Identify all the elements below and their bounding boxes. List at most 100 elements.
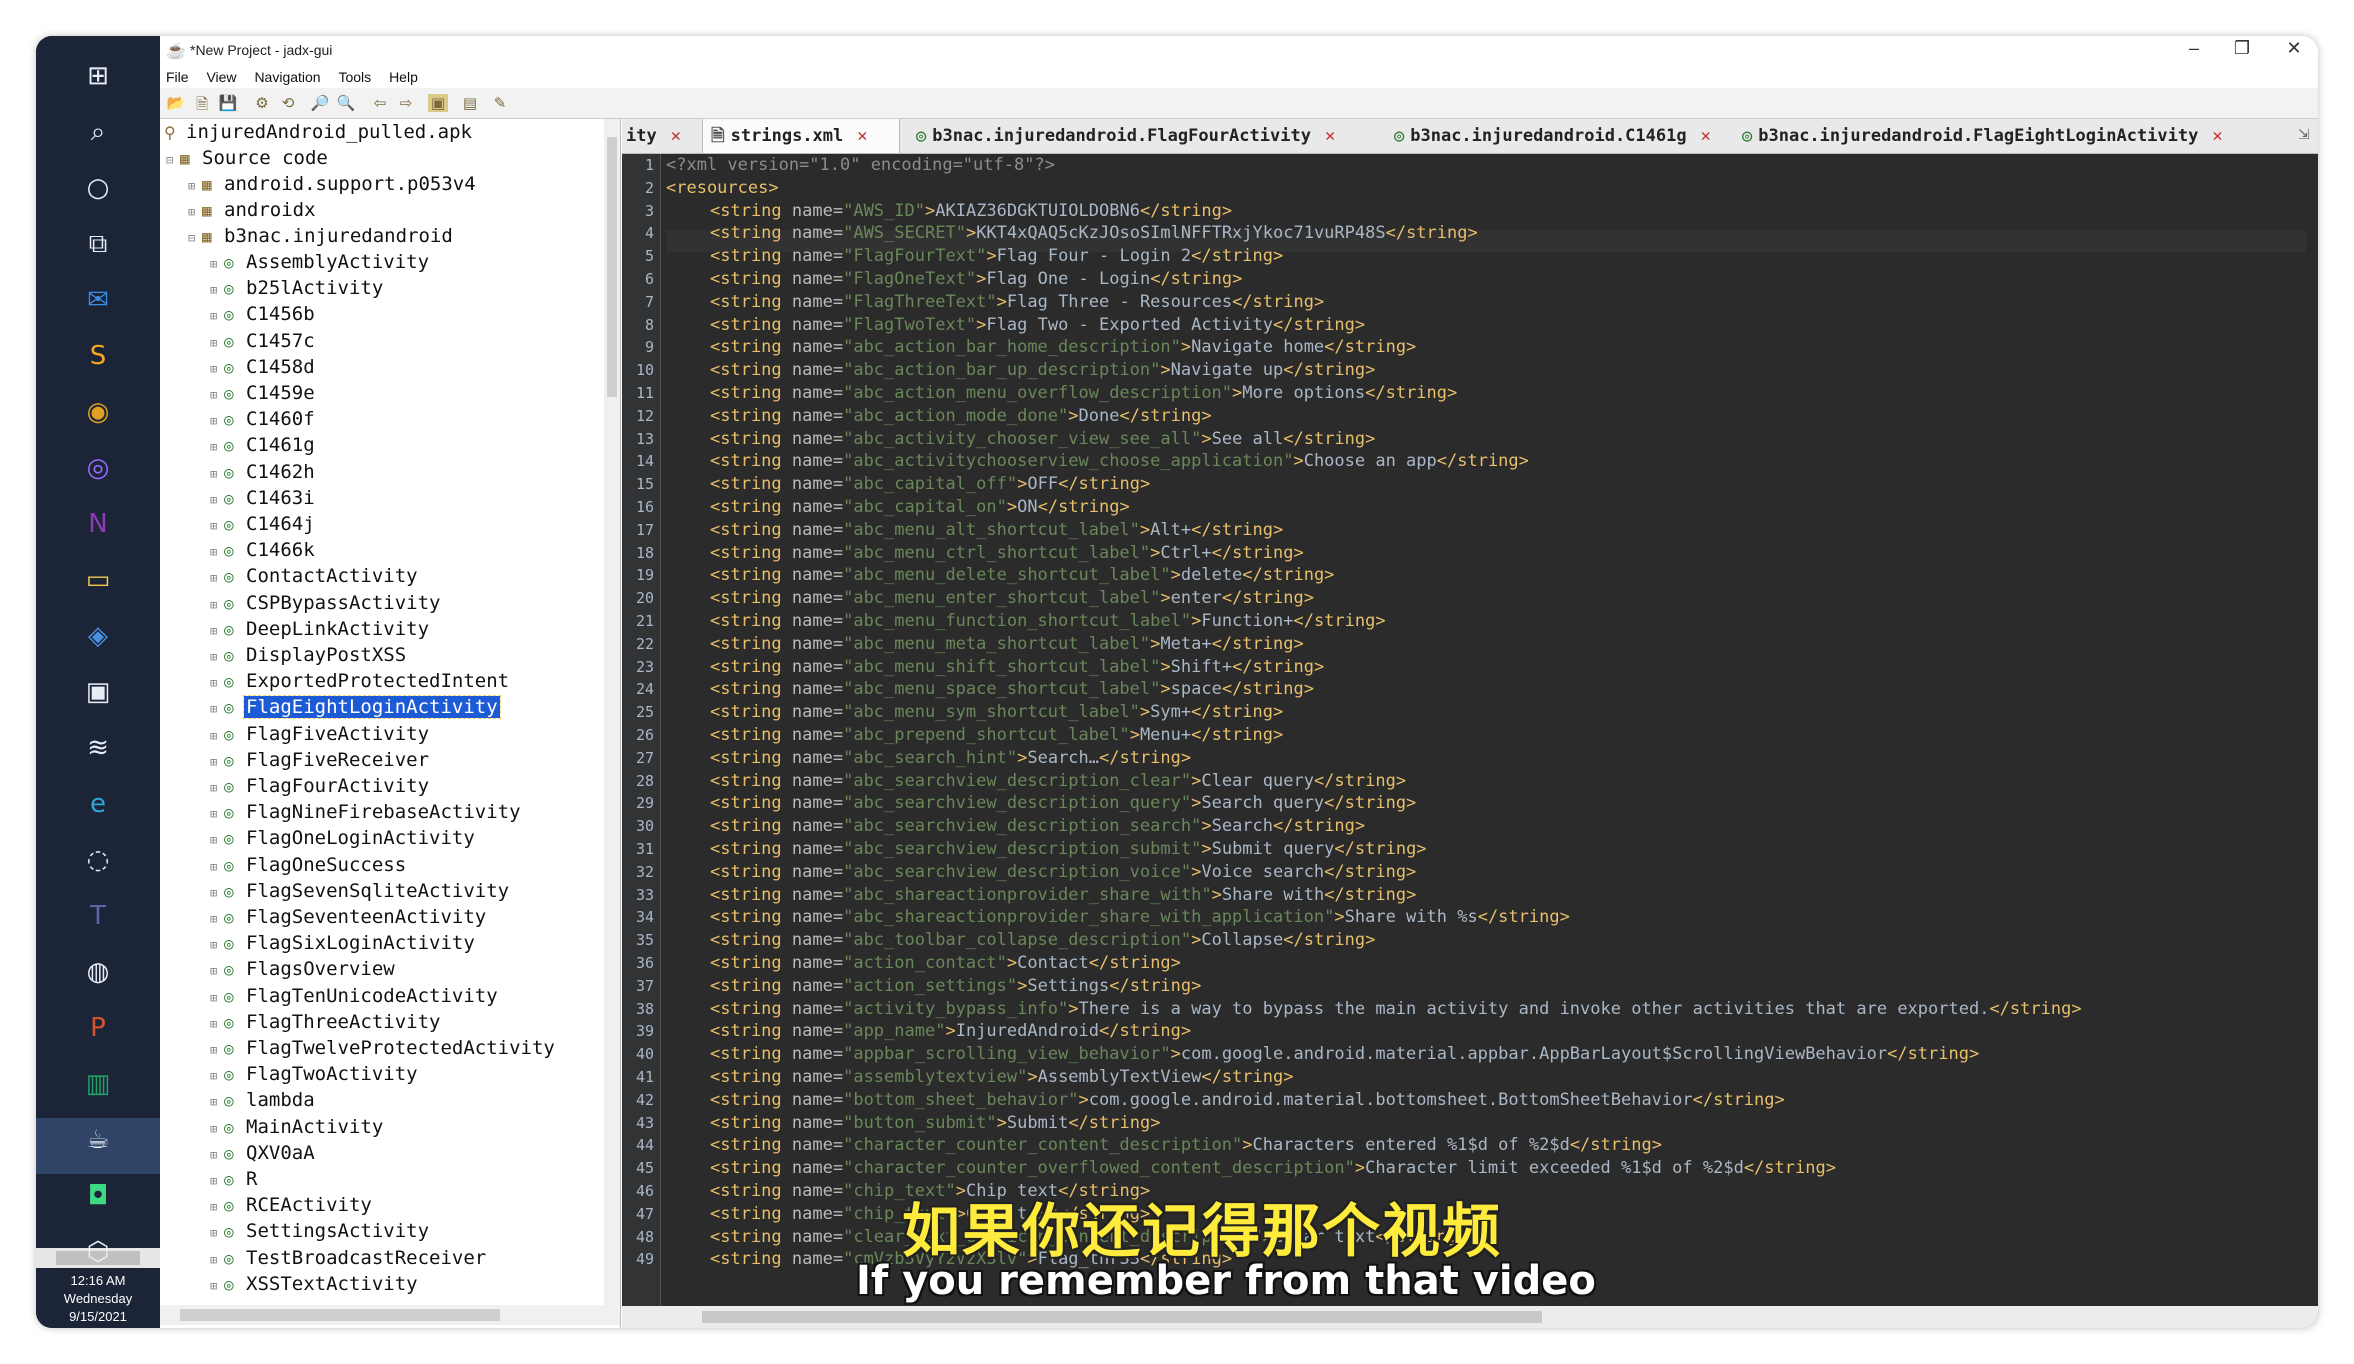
menu-file[interactable]: File [166,66,189,85]
forward-icon[interactable]: ⇨ [396,94,416,112]
expand-icon[interactable]: ⊞ [210,775,224,801]
close-tab-icon[interactable]: ✕ [1701,126,1711,146]
expand-icon[interactable]: ⊞ [210,985,224,1011]
expand-icon[interactable]: ⊞ [188,199,202,225]
expand-icon[interactable]: ⊞ [210,1194,224,1220]
close-tab-icon[interactable]: ✕ [1325,126,1335,146]
tree-class-node[interactable]: ⊞ ◎ DeepLinkActivity [210,616,431,642]
tab-previous[interactable]: ity ✕ [622,119,686,153]
tree-class-node[interactable]: ⊞ ◎ C1463i [210,485,317,511]
tree-class-node[interactable]: ⊞ ◎ TestBroadcastReceiver [210,1245,488,1271]
tree-package[interactable]: ⊞ ▦ android.support.p053v4 [188,171,478,197]
editor-horizontal-scrollbar[interactable] [622,1306,2318,1328]
tree-class-node[interactable]: ⊞ ◎ QXV0aA [210,1140,317,1166]
expand-icon[interactable]: ⊞ [210,749,224,775]
expand-icon[interactable]: ⊞ [210,1273,224,1299]
expand-icon[interactable]: ⊞ [188,173,202,199]
sublime-icon[interactable]: S [76,336,120,376]
media-icon[interactable]: ◎ [76,448,120,488]
expand-icon[interactable]: ⊞ [210,723,224,749]
teams-icon[interactable]: T [76,896,120,936]
obs-icon[interactable]: ◍ [76,952,120,992]
tree-class-node[interactable]: ⊞ ◎ AssemblyActivity [210,249,431,275]
tree-class-node[interactable]: ⊞ ◎ ExportedProtectedIntent [210,668,511,694]
tree-horizontal-scrollbar[interactable] [160,1305,620,1325]
taskbar-clock[interactable]: 12:16 AM Wednesday 9/15/2021 [36,1272,160,1326]
expand-icon[interactable]: ⊞ [210,1142,224,1168]
tree-class-node[interactable]: ⊞ ◎ FlagTenUnicodeActivity [210,983,500,1009]
tree-class-node[interactable]: ⊞ ◎ RCEActivity [210,1192,374,1218]
tab-list-icon[interactable]: ⇲ [2298,127,2310,143]
tree-class-node[interactable]: ⊞ ◎ FlagSixLoginActivity [210,930,477,956]
tree-source-code[interactable]: ⊟ ▦ Source code [166,145,330,171]
minimize-button[interactable]: – [2174,38,2214,62]
open-file-icon[interactable]: 📂 [166,94,186,112]
close-tab-icon[interactable]: ✕ [857,126,867,146]
expand-icon[interactable]: ⊞ [210,251,224,277]
collapse-icon[interactable]: ⊟ [188,225,202,251]
chrome-icon[interactable]: ◉ [76,392,120,432]
tree-class-node[interactable]: ⊞ ◎ FlagTwoActivity [210,1061,420,1087]
tree-class-node[interactable]: ⊞ ◎ C1459e [210,380,317,406]
menu-navigation[interactable]: Navigation [254,66,320,85]
stack-icon[interactable]: ≋ [76,728,120,768]
expand-icon[interactable]: ⊞ [210,827,224,853]
tab-strings-xml[interactable]: 🗎 strings.xml ✕ [702,119,900,153]
tree-class-node[interactable]: ⊞ ◎ FlagFourActivity [210,773,431,799]
add-files-icon[interactable]: 🗎 [192,94,212,113]
expand-icon[interactable]: ⊞ [210,330,224,356]
sync-icon[interactable]: ⟲ [278,94,298,112]
tree-class-node[interactable]: ⊞ ◎ b25lActivity [210,275,385,301]
expand-icon[interactable]: ⊞ [210,644,224,670]
tree-class-node[interactable]: ⊞ ◎ FlagOneSuccess [210,852,408,878]
tree-class-node[interactable]: ⊞ ◎ FlagSeventeenActivity [210,904,488,930]
tree-class-node[interactable]: ⊞ ◎ CSPBypassActivity [210,590,442,616]
tree-class-node[interactable]: ⊞ ◎ C1466k [210,537,317,563]
export-icon[interactable]: ⚙ [252,94,272,112]
tree-class-node[interactable]: ⊞ ◎ FlagOneLoginActivity [210,825,477,851]
expand-icon[interactable]: ⊞ [210,487,224,513]
expand-icon[interactable]: ⊞ [210,801,224,827]
onenote-icon[interactable]: N [76,504,120,544]
class-search-icon[interactable]: 🔍 [336,94,356,112]
tree-class-node[interactable]: ⊞ ◎ FlagEightLoginActivity [210,694,501,722]
tree-class-node[interactable]: ⊞ ◎ ContactActivity [210,563,420,589]
tree-class-node[interactable]: ⊞ ◎ FlagNineFirebaseActivity [210,799,523,825]
tab-c1461g[interactable]: ◎ b3nac.injuredandroid.C1461g ✕ [1388,119,1711,153]
menu-tools[interactable]: Tools [338,66,371,85]
android-icon[interactable]: ◘ [76,1176,120,1216]
tree-class-node[interactable]: ⊞ ◎ FlagSevenSqliteActivity [210,878,511,904]
collapse-icon[interactable]: ⊟ [166,147,180,173]
tree-class-node[interactable]: ⊞ ◎ SettingsActivity [210,1218,431,1244]
menu-view[interactable]: View [206,66,236,85]
tree-class-node[interactable]: ⊞ ◎ FlagFiveActivity [210,721,431,747]
close-tab-icon[interactable]: ✕ [671,126,681,146]
expand-icon[interactable]: ⊞ [210,1247,224,1273]
tree-class-node[interactable]: ⊞ ◎ MainActivity [210,1114,385,1140]
code-area[interactable]: <?xml version="1.0" encoding="utf-8"?> <… [666,154,2306,1306]
tree-class-node[interactable]: ⊞ ◎ C1456b [210,301,317,327]
expand-icon[interactable]: ⊞ [210,1220,224,1246]
tree-class-node[interactable]: ⊞ ◎ DisplayPostXSS [210,642,408,668]
app-icon[interactable]: ◈ [76,616,120,656]
task-view-icon[interactable]: ⧉ [76,224,120,264]
expand-icon[interactable]: ⊞ [210,539,224,565]
expand-icon[interactable]: ⊞ [210,696,224,722]
expand-icon[interactable]: ⊞ [210,592,224,618]
tree-class-node[interactable]: ⊞ ◎ FlagThreeActivity [210,1009,442,1035]
chat-icon[interactable]: ◌ [76,840,120,880]
expand-icon[interactable]: ⊞ [210,906,224,932]
cortana-icon[interactable]: ○ [76,168,120,208]
expand-icon[interactable]: ⊞ [210,277,224,303]
tree-class-node[interactable]: ⊞ ◎ C1458d [210,354,317,380]
expand-icon[interactable]: ⊞ [210,670,224,696]
expand-icon[interactable]: ⊞ [210,461,224,487]
restore-button[interactable]: ❐ [2222,38,2262,62]
expand-icon[interactable]: ⊞ [210,1063,224,1089]
tree-class-node[interactable]: ⊞ ◎ XSSTextActivity [210,1271,420,1297]
expand-icon[interactable]: ⊞ [210,565,224,591]
expand-icon[interactable]: ⊞ [210,958,224,984]
tree-class-node[interactable]: ⊞ ◎ lambda [210,1087,317,1113]
mail-icon[interactable]: ✉ [76,280,120,320]
tab-flag-eight-login-activity[interactable]: ◎ b3nac.injuredandroid.FlagEightLoginActi… [1736,119,2223,153]
